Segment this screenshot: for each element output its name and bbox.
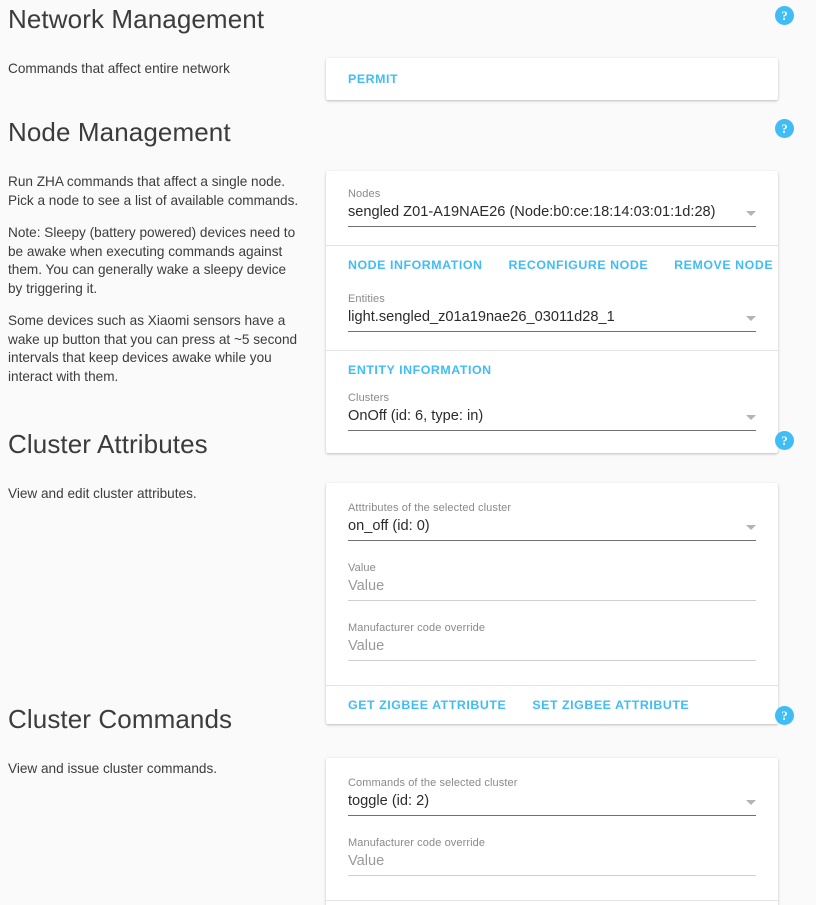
command-mfg-code-input[interactable]: Value (348, 852, 756, 871)
nodes-selected-value: sengled Z01-A19NAE26 (Node:b0:ce:18:14:0… (348, 203, 736, 222)
cluster-attributes-intro-paragraph: View and edit cluster attributes. (8, 485, 302, 504)
cluster-commands-button-row: ISSUE ZIGBEE COMMAND (326, 901, 778, 905)
network-intro-paragraph: Commands that affect entire network (8, 60, 302, 79)
network-management-description: Commands that affect entire network (8, 58, 326, 79)
page-title-node-management: Node Management (8, 113, 792, 151)
entities-select-area: Entities light.sengled_z01a19nae26_03011… (326, 284, 778, 350)
chevron-down-icon-clusters[interactable] (746, 415, 756, 420)
section-node-management: Node Management ? Run ZHA commands that … (0, 113, 816, 453)
page-title-cluster-commands: Cluster Commands (8, 700, 792, 738)
section-network-management: Network Management ? Commands that affec… (0, 0, 816, 100)
attributes-select[interactable]: on_off (id: 0) (348, 517, 756, 541)
entities-selected-value: light.sengled_z01a19nae26_03011d28_1 (348, 308, 736, 327)
network-commands-card: PERMIT (326, 58, 778, 100)
network-management-header: Network Management ? (0, 0, 816, 46)
section-cluster-attributes: Cluster Attributes ? View and edit clust… (0, 425, 816, 724)
cluster-commands-header: Cluster Commands ? (0, 700, 816, 746)
page-title-network-management: Network Management (8, 0, 792, 38)
attribute-mfg-code-input[interactable]: Value (348, 637, 756, 656)
page-title-cluster-attributes: Cluster Attributes (8, 425, 792, 463)
nodes-select[interactable]: sengled Z01-A19NAE26 (Node:b0:ce:18:14:0… (348, 203, 756, 227)
commands-field: Commands of the selected cluster toggle … (348, 774, 756, 816)
entities-label: Entities (348, 292, 756, 306)
cluster-commands-card: Commands of the selected cluster toggle … (326, 758, 778, 905)
section-cluster-commands: Cluster Commands ? View and issue cluste… (0, 700, 816, 905)
node-action-button-row: NODE INFORMATION RECONFIGURE NODE REMOVE… (326, 246, 778, 284)
entity-action-button-row: ENTITY INFORMATION (326, 351, 778, 383)
cluster-attributes-header: Cluster Attributes ? (0, 425, 816, 471)
entities-select[interactable]: light.sengled_z01a19nae26_03011d28_1 (348, 308, 756, 332)
commands-label: Commands of the selected cluster (348, 776, 756, 790)
chevron-down-icon-nodes[interactable] (746, 211, 756, 216)
permit-button[interactable]: PERMIT (348, 72, 398, 86)
attribute-value-field: Value Value (348, 559, 756, 601)
attribute-value-label: Value (348, 561, 756, 575)
chevron-down-icon-attributes[interactable] (746, 525, 756, 530)
network-management-body: Commands that affect entire network PERM… (0, 46, 816, 100)
help-circle-icon-cluster-attributes[interactable]: ? (775, 431, 794, 450)
command-mfg-code-input-line[interactable]: Value (348, 852, 756, 876)
node-intro-paragraph-1: Run ZHA commands that affect a single no… (8, 173, 302, 210)
node-intro-paragraph-2: Note: Sleepy (battery powered) devices n… (8, 224, 302, 298)
command-mfg-code-label: Manufacturer code override (348, 836, 756, 850)
nodes-label: Nodes (348, 187, 756, 201)
cluster-commands-description: View and issue cluster commands. (8, 758, 326, 779)
node-management-description: Run ZHA commands that affect a single no… (8, 171, 326, 386)
reconfigure-node-button[interactable]: RECONFIGURE NODE (509, 258, 649, 272)
node-management-header: Node Management ? (0, 113, 816, 159)
cluster-commands-body: View and issue cluster commands. Command… (0, 746, 816, 905)
chevron-down-icon-entities[interactable] (746, 316, 756, 321)
clusters-label: Clusters (348, 391, 756, 405)
network-card-wrap: PERMIT (326, 58, 788, 100)
cluster-attributes-body: View and edit cluster attributes. Atttri… (0, 471, 816, 724)
zha-configuration-page: Network Management ? Commands that affec… (0, 0, 816, 905)
attributes-label: Atttributes of the selected cluster (348, 501, 756, 515)
nodes-select-area: Nodes sengled Z01-A19NAE26 (Node:b0:ce:1… (326, 171, 778, 245)
command-mfg-code-field: Manufacturer code override Value (348, 834, 756, 876)
node-management-card: Nodes sengled Z01-A19NAE26 (Node:b0:ce:1… (326, 171, 778, 453)
nodes-field: Nodes sengled Z01-A19NAE26 (Node:b0:ce:1… (348, 185, 756, 227)
entity-information-button[interactable]: ENTITY INFORMATION (348, 363, 492, 377)
help-circle-icon-network[interactable]: ? (775, 6, 794, 25)
cluster-attributes-card-wrap: Atttributes of the selected cluster on_o… (326, 483, 788, 724)
cluster-commands-card-wrap: Commands of the selected cluster toggle … (326, 758, 788, 905)
cluster-commands-fields: Commands of the selected cluster toggle … (326, 758, 778, 900)
attributes-field: Atttributes of the selected cluster on_o… (348, 499, 756, 541)
cluster-attributes-fields: Atttributes of the selected cluster on_o… (326, 483, 778, 685)
attribute-value-input-line[interactable]: Value (348, 577, 756, 601)
attribute-value-input[interactable]: Value (348, 577, 756, 596)
help-circle-icon-cluster-commands[interactable]: ? (775, 706, 794, 725)
clusters-selected-value: OnOff (id: 6, type: in) (348, 407, 736, 426)
attribute-mfg-code-label: Manufacturer code override (348, 621, 756, 635)
node-information-button[interactable]: NODE INFORMATION (348, 258, 483, 272)
network-button-row: PERMIT (326, 58, 778, 100)
chevron-down-icon-commands[interactable] (746, 800, 756, 805)
cluster-attributes-card: Atttributes of the selected cluster on_o… (326, 483, 778, 724)
cluster-attributes-description: View and edit cluster attributes. (8, 483, 326, 504)
commands-select[interactable]: toggle (id: 2) (348, 792, 756, 816)
attribute-mfg-code-input-line[interactable]: Value (348, 637, 756, 661)
commands-selected-value: toggle (id: 2) (348, 792, 736, 811)
node-intro-paragraph-3: Some devices such as Xiaomi sensors have… (8, 312, 302, 386)
remove-node-button[interactable]: REMOVE NODE (674, 258, 773, 272)
node-management-body: Run ZHA commands that affect a single no… (0, 159, 816, 453)
help-circle-icon-node[interactable]: ? (775, 119, 794, 138)
node-card-wrap: Nodes sengled Z01-A19NAE26 (Node:b0:ce:1… (326, 171, 788, 453)
attributes-selected-value: on_off (id: 0) (348, 517, 736, 536)
attribute-mfg-code-field: Manufacturer code override Value (348, 619, 756, 661)
cluster-commands-intro-paragraph: View and issue cluster commands. (8, 760, 302, 779)
entities-field: Entities light.sengled_z01a19nae26_03011… (348, 290, 756, 332)
